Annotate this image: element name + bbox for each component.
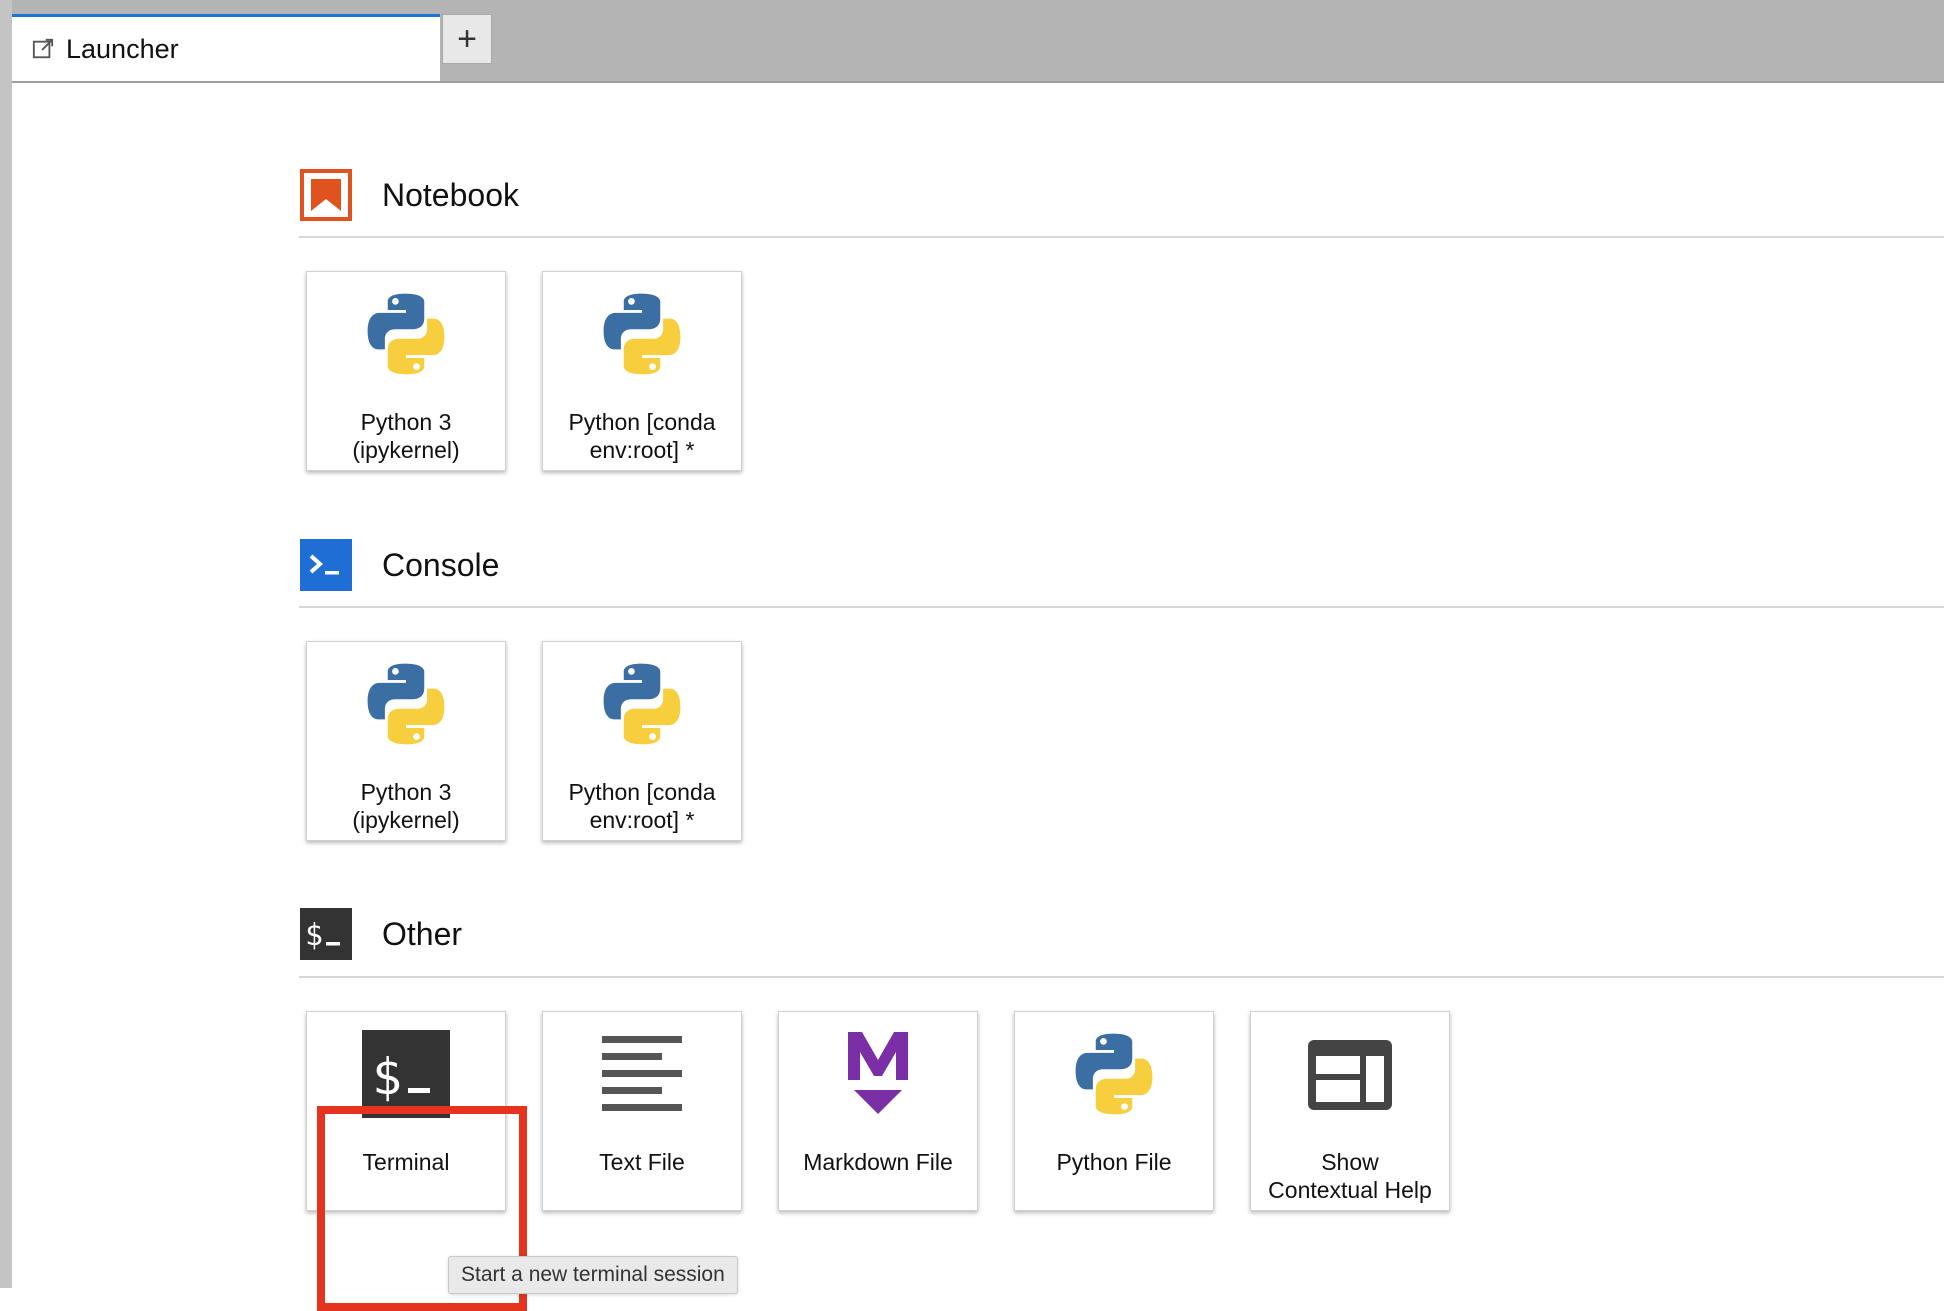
add-tab-button[interactable]: +	[442, 14, 492, 64]
launch-icon	[32, 38, 54, 59]
markdown-icon	[848, 1032, 908, 1114]
left-rail	[0, 0, 12, 1288]
card-label: Terminal	[362, 1149, 450, 1175]
terminal-icon: $	[362, 1030, 450, 1118]
card-label: Markdown File	[803, 1149, 953, 1175]
card-label: Show Contextual Help	[1268, 1149, 1432, 1203]
section-title-other: Other	[382, 915, 463, 952]
tab-bar: Launcher +	[12, 0, 1944, 83]
python-icon	[603, 663, 681, 745]
tab-launcher[interactable]: Launcher	[12, 14, 440, 81]
card-label: Python [conda env:root] *	[568, 409, 716, 463]
card-label: Python 3 (ipykernel)	[352, 779, 460, 833]
console-card-python-conda[interactable]: Python [conda env:root] *	[542, 641, 742, 841]
other-card-contextual-help[interactable]: Show Contextual Help	[1250, 1011, 1450, 1211]
card-label: Python 3 (ipykernel)	[352, 409, 460, 463]
other-card-terminal[interactable]: $ Terminal	[306, 1011, 506, 1211]
section-console-header: Console	[300, 534, 1944, 596]
python-icon	[367, 663, 445, 745]
terminal-icon: $	[300, 908, 352, 960]
section-divider	[299, 976, 1944, 978]
launcher-panel: Notebook Python 3 (ipykernel) Python [co…	[12, 83, 1944, 1311]
svg-text:$: $	[305, 918, 323, 953]
python-icon	[1075, 1033, 1153, 1115]
section-other-header: $ Other	[300, 903, 1944, 965]
console-card-python3[interactable]: Python 3 (ipykernel)	[306, 641, 506, 841]
text-file-icon	[602, 1036, 682, 1111]
card-label: Python File	[1056, 1149, 1172, 1175]
python-icon	[367, 293, 445, 375]
section-title-console: Console	[382, 546, 500, 583]
tab-label: Launcher	[66, 33, 179, 64]
svg-text:$: $	[372, 1048, 402, 1106]
console-icon	[300, 539, 352, 591]
python-icon	[603, 293, 681, 375]
contextual-help-icon	[1308, 1040, 1392, 1110]
section-divider	[299, 236, 1944, 238]
section-title-notebook: Notebook	[382, 176, 519, 213]
terminal-tooltip: Start a new terminal session	[448, 1256, 738, 1294]
notebook-card-python3[interactable]: Python 3 (ipykernel)	[306, 271, 506, 471]
other-card-python-file[interactable]: Python File	[1014, 1011, 1214, 1211]
card-label: Python [conda env:root] *	[568, 779, 716, 833]
other-card-markdown-file[interactable]: Markdown File	[778, 1011, 978, 1211]
notebook-card-python-conda[interactable]: Python [conda env:root] *	[542, 271, 742, 471]
section-divider	[299, 606, 1944, 608]
notebook-icon	[300, 169, 352, 221]
section-notebook-header: Notebook	[300, 164, 1944, 226]
other-card-text-file[interactable]: Text File	[542, 1011, 742, 1211]
card-label: Text File	[599, 1149, 685, 1175]
